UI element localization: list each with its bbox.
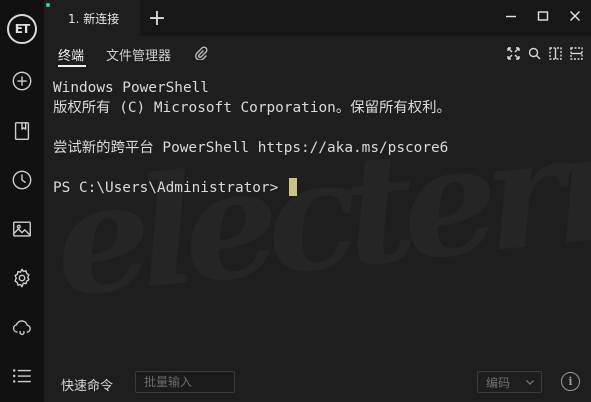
terminal-line: 尝试新的跨平台 PowerShell https://aka.ms/pscore… (53, 140, 449, 156)
image-button[interactable] (0, 209, 44, 249)
minimize-icon (506, 15, 516, 18)
window-controls (495, 0, 591, 32)
terminal-toolbar (505, 45, 585, 62)
chevron-down-icon (525, 376, 535, 386)
encoding-label: 编码 (486, 375, 511, 390)
expand-icon (507, 47, 520, 60)
clock-icon (12, 170, 32, 190)
close-button[interactable] (559, 0, 591, 32)
plus-circle-icon (12, 71, 32, 91)
split-horizontal-icon (570, 47, 583, 60)
terminal-output: Windows PowerShell 版权所有 (C) Microsoft Cor… (53, 78, 451, 198)
paperclip-icon (195, 46, 208, 61)
minimize-button[interactable] (495, 0, 527, 32)
session-subtabs: 终端 文件管理器 (44, 36, 591, 72)
app-logo[interactable]: ET (7, 14, 37, 44)
terminal-cursor (288, 178, 297, 196)
terminal-line: 版权所有 (C) Microsoft Corporation。保留所有权利。 (53, 100, 451, 116)
maximize-button[interactable] (527, 0, 559, 32)
encoding-select[interactable]: 编码 (477, 371, 542, 393)
tab-file-manager[interactable]: 文件管理器 (106, 45, 171, 64)
connection-status-dot (46, 3, 50, 7)
maximize-icon (537, 11, 549, 21)
settings-button[interactable] (0, 258, 44, 298)
fullscreen-button[interactable] (505, 45, 522, 62)
split-horizontal-button[interactable] (568, 45, 585, 62)
terminal-prompt-line: PS C:\Users\Administrator> (53, 178, 451, 198)
new-connection-button[interactable] (0, 61, 44, 101)
gear-icon (14, 268, 30, 288)
terminal-line: Windows PowerShell (53, 80, 209, 96)
history-button[interactable] (0, 160, 44, 200)
add-tab-button[interactable]: + (144, 6, 170, 31)
split-vertical-icon (549, 47, 562, 60)
active-subtab-indicator (58, 65, 86, 67)
quick-command-button[interactable]: 快速命令 (61, 375, 113, 394)
tab-bar: 1. 新连接 + (44, 0, 591, 36)
search-icon (528, 47, 541, 60)
info-button[interactable]: i (561, 372, 580, 391)
search-button[interactable] (526, 45, 543, 62)
attachment-button[interactable] (194, 45, 212, 63)
terminal-area[interactable]: electerm Windows PowerShell 版权所有 (C) Micr… (44, 72, 591, 364)
bookmarks-button[interactable] (0, 111, 44, 151)
menu-list-button[interactable] (0, 356, 44, 396)
close-icon (570, 11, 580, 21)
tab-terminal[interactable]: 终端 (58, 45, 84, 64)
cloud-sync-button[interactable] (0, 307, 44, 347)
image-icon (13, 221, 31, 237)
split-vertical-button[interactable] (547, 45, 564, 62)
bookmark-icon (14, 122, 30, 140)
quick-command-bar: 快速命令 编码 i (44, 364, 591, 402)
tab-label: 1. 新连接 (68, 11, 120, 26)
terminal-prompt: PS C:\Users\Administrator> (53, 180, 287, 196)
list-icon (12, 369, 31, 383)
batch-input-field[interactable] (135, 371, 235, 393)
cloud-sync-icon (12, 320, 31, 336)
sidebar: ET (0, 0, 44, 402)
tab-new-connection[interactable]: 1. 新连接 (44, 0, 140, 36)
